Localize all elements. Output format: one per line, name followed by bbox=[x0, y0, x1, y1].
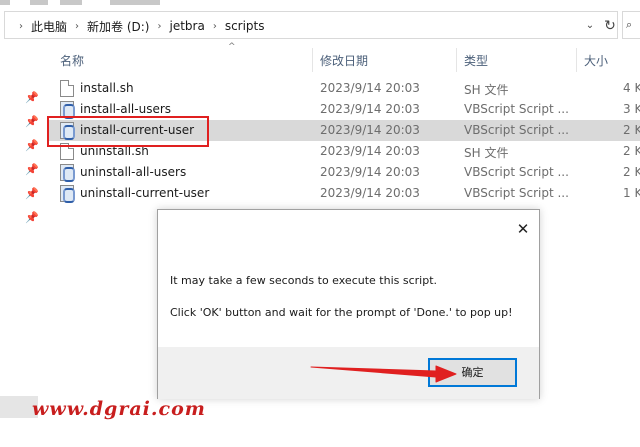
watermark-text: www.dgrai.com bbox=[32, 398, 206, 420]
annotation-arrow bbox=[310, 365, 457, 383]
